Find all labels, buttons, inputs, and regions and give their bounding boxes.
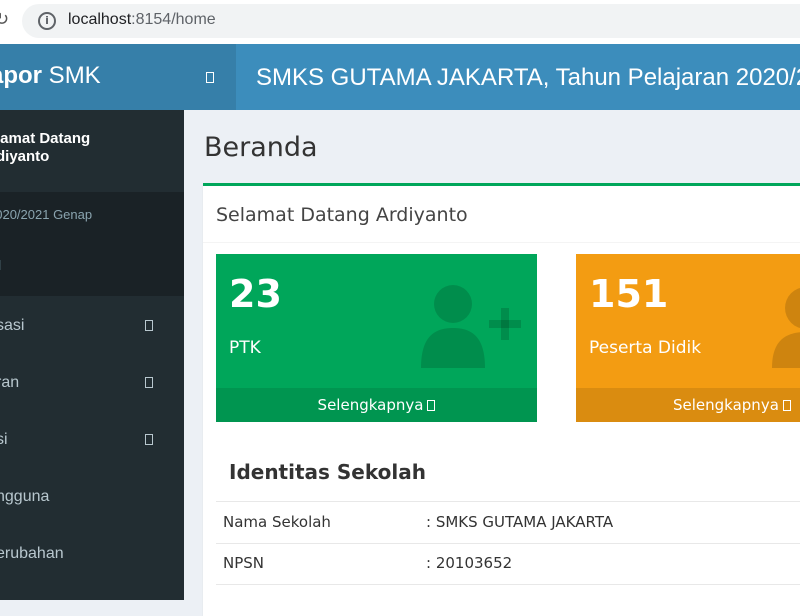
logo-rest: SMK bbox=[42, 62, 101, 89]
url-text[interactable]: localhost:8154/home bbox=[68, 11, 216, 29]
chevron-left-icon bbox=[145, 377, 153, 388]
welcome-line-2: diyanto bbox=[0, 148, 50, 165]
stat-box-peserta-didik: 151 Peserta Didik Selengkapnya bbox=[576, 254, 800, 422]
box-title: Selamat Datang Ardiyanto bbox=[216, 204, 468, 226]
row-key: NPSN bbox=[223, 554, 265, 572]
user-panel: lamat Datang diyanto bbox=[0, 110, 184, 192]
info-icon[interactable]: i bbox=[38, 12, 56, 30]
app-logo[interactable]: apor SMK bbox=[0, 44, 184, 110]
identity-title: Identitas Sekolah bbox=[229, 460, 426, 484]
sidebar-item-label: erubahan bbox=[0, 545, 64, 562]
top-navbar: SMKS GUTAMA JAKARTA, Tahun Pelajaran 202… bbox=[184, 44, 800, 110]
table-row: NPSN : 20103652 bbox=[223, 544, 800, 584]
table-divider bbox=[216, 584, 800, 585]
sidebar-item-label: sasi bbox=[0, 317, 25, 334]
reload-icon[interactable]: ↻ bbox=[0, 10, 9, 30]
sidebar-toggle-button[interactable] bbox=[184, 44, 236, 110]
period-label: 2020/2021 Genap bbox=[0, 207, 93, 222]
stat-label: PTK bbox=[229, 338, 261, 358]
logo-bold: apor bbox=[0, 62, 43, 89]
welcome-line-1: lamat Datang bbox=[0, 130, 91, 147]
stat-value: 23 bbox=[229, 272, 282, 316]
sidebar-header-label: N bbox=[0, 259, 2, 274]
browser-toolbar: ↻ i localhost:8154/home bbox=[0, 0, 800, 44]
url-path: :8154/home bbox=[131, 11, 216, 28]
stat-more-link[interactable]: Selengkapnya bbox=[216, 388, 537, 422]
academic-period: 2020/2021 Genap bbox=[0, 192, 184, 240]
page-title: Beranda bbox=[204, 132, 318, 163]
table-row: Nama Sekolah : SMKS GUTAMA JAKARTA bbox=[223, 503, 800, 543]
sidebar-item-label: ngguna bbox=[0, 488, 50, 505]
sidebar-welcome: lamat Datang diyanto bbox=[0, 130, 90, 166]
sidebar-item-3[interactable]: si bbox=[0, 412, 184, 469]
sidebar-header: N bbox=[0, 240, 184, 296]
table-divider bbox=[216, 501, 800, 502]
user-icon bbox=[772, 287, 800, 368]
stat-more-label: Selengkapnya bbox=[673, 396, 779, 414]
sidebar-item-1[interactable]: sasi bbox=[0, 298, 184, 355]
sidebar: lamat Datang diyanto 2020/2021 Genap N s… bbox=[0, 110, 184, 600]
url-host: localhost bbox=[68, 11, 132, 28]
chevron-left-icon bbox=[145, 320, 153, 331]
box-divider bbox=[203, 242, 800, 243]
row-value: : 20103652 bbox=[426, 554, 513, 572]
stat-more-link[interactable]: Selengkapnya bbox=[576, 388, 800, 422]
address-bar[interactable]: i localhost:8154/home bbox=[22, 4, 800, 38]
sidebar-item-4[interactable]: ngguna bbox=[0, 469, 184, 526]
row-value: : SMKS GUTAMA JAKARTA bbox=[426, 513, 614, 531]
chevron-left-icon bbox=[145, 434, 153, 445]
stat-box-ptk: 23 PTK Selengkapnya bbox=[216, 254, 537, 422]
sidebar-item-label: si bbox=[0, 431, 8, 448]
sidebar-item-2[interactable]: ran bbox=[0, 355, 184, 412]
user-plus-icon bbox=[421, 285, 521, 368]
navbar-title: SMKS GUTAMA JAKARTA, Tahun Pelajaran 202… bbox=[256, 64, 800, 91]
sidebar-item-5[interactable]: erubahan bbox=[0, 526, 184, 583]
stat-more-label: Selengkapnya bbox=[317, 396, 424, 414]
bars-icon bbox=[206, 72, 214, 83]
stat-label: Peserta Didik bbox=[589, 338, 702, 358]
arrow-circle-right-icon bbox=[427, 400, 436, 411]
sidebar-item-label: ran bbox=[0, 374, 20, 391]
stat-value: 151 bbox=[589, 272, 669, 316]
arrow-circle-right-icon bbox=[782, 400, 791, 411]
row-key: Nama Sekolah bbox=[223, 513, 331, 531]
